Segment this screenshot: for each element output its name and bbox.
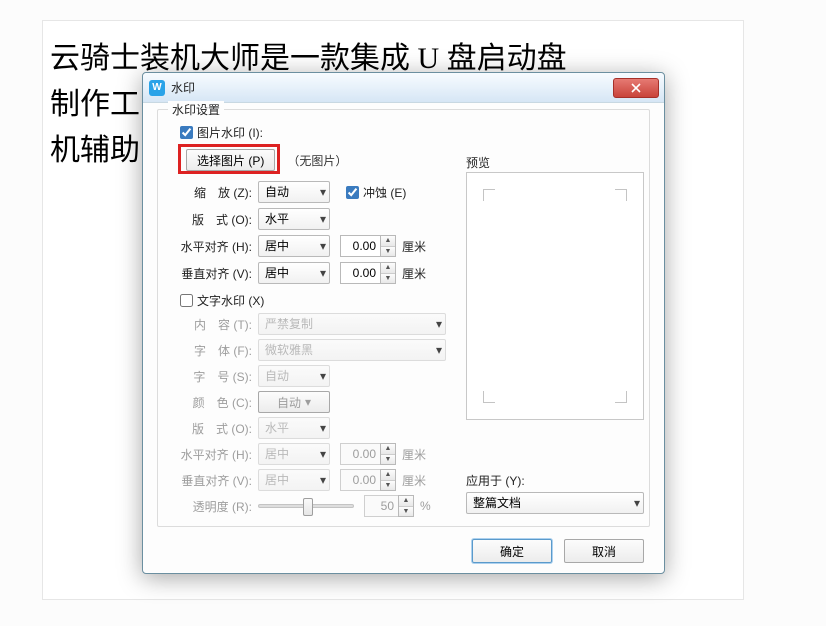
titlebar[interactable]: W 水印 (143, 73, 664, 103)
valign-offset-spinner[interactable]: ▲▼ (340, 262, 396, 284)
dialog-client: 水印设置 图片水印 (I): 选择图片 (P) （无图片） 缩 放 (Z): 自… (151, 107, 656, 529)
valign2-combo: 居中 (258, 469, 330, 491)
valign2-offset-input (340, 469, 380, 491)
spin-up-icon[interactable]: ▲ (381, 236, 395, 247)
watermark-groupbox: 水印设置 图片水印 (I): 选择图片 (P) （无图片） 缩 放 (Z): 自… (157, 109, 650, 527)
ok-button[interactable]: 确定 (472, 539, 552, 563)
valign2-label: 垂直对齐 (V): (176, 472, 258, 489)
content-label: 内 容 (T): (176, 316, 258, 333)
crop-corner-tr-icon (615, 189, 627, 201)
spin-down-icon: ▼ (381, 481, 395, 491)
opacity-label: 透明度 (R): (176, 498, 258, 515)
layout2-combo: 水平 (258, 417, 330, 439)
content-combo: 严禁复制 (258, 313, 446, 335)
spin-down-icon: ▼ (381, 455, 395, 465)
spin-up-icon[interactable]: ▲ (381, 263, 395, 274)
spin-down-icon[interactable]: ▼ (381, 247, 395, 257)
crop-corner-br-icon (615, 391, 627, 403)
halign2-offset-input (340, 443, 380, 465)
close-icon (631, 83, 641, 93)
watermark-dialog: W 水印 水印设置 图片水印 (I): 选择图片 (P) （无图片） 缩 放 (… (142, 72, 665, 574)
font-label: 字 体 (F): (176, 342, 258, 359)
halign-label: 水平对齐 (H): (176, 238, 258, 255)
halign2-unit: 厘米 (402, 446, 426, 463)
opacity-pct: % (420, 499, 431, 513)
size-combo: 自动 (258, 365, 330, 387)
size-label: 字 号 (S): (176, 368, 258, 385)
text-watermark-checkbox[interactable] (180, 294, 193, 307)
crop-corner-bl-icon (483, 391, 495, 403)
doc-line-3: 机辅助 (50, 134, 140, 167)
spin-up-icon: ▲ (399, 496, 413, 507)
spin-down-icon: ▼ (399, 507, 413, 517)
spin-up-icon: ▲ (381, 444, 395, 455)
slider-thumb (303, 498, 313, 516)
image-watermark-label: 图片水印 (I): (197, 124, 263, 141)
image-watermark-checkbox[interactable] (180, 126, 193, 139)
color-button: 自动 ▾ (258, 391, 330, 413)
valign-label: 垂直对齐 (V): (176, 265, 258, 282)
valign-offset-input[interactable] (340, 262, 380, 284)
valign-unit: 厘米 (402, 265, 426, 282)
opacity-spinner: ▲▼ (364, 495, 414, 517)
zoom-combo[interactable]: 自动 (258, 181, 330, 203)
preview-box (466, 172, 644, 420)
app-icon: W (149, 80, 165, 96)
halign-offset-input[interactable] (340, 235, 380, 257)
preview-label: 预览 (466, 154, 490, 171)
halign-unit: 厘米 (402, 238, 426, 255)
layout2-label: 版 式 (O): (176, 420, 258, 437)
doc-line-1: 云骑士装机大师是一款集成 U 盘启动盘 (50, 42, 567, 75)
halign-combo[interactable]: 居中 (258, 235, 330, 257)
opacity-input (364, 495, 398, 517)
zoom-label: 缩 放 (Z): (176, 184, 258, 201)
valign-combo[interactable]: 居中 (258, 262, 330, 284)
dialog-buttons: 确定 取消 (472, 539, 644, 563)
opacity-slider (258, 504, 354, 508)
erode-checkbox[interactable] (346, 186, 359, 199)
valign2-unit: 厘米 (402, 472, 426, 489)
color-label: 颜 色 (C): (176, 394, 258, 411)
layout-label: 版 式 (O): (176, 211, 258, 228)
font-combo: 微软雅黑 (258, 339, 446, 361)
no-image-text: （无图片） (287, 152, 347, 169)
spin-up-icon: ▲ (381, 470, 395, 481)
dialog-title: 水印 (171, 79, 613, 96)
select-image-button[interactable]: 选择图片 (P) (186, 149, 275, 171)
close-button[interactable] (613, 78, 659, 98)
halign2-label: 水平对齐 (H): (176, 446, 258, 463)
halign2-offset-spinner: ▲▼ (340, 443, 396, 465)
halign2-combo: 居中 (258, 443, 330, 465)
crop-corner-tl-icon (483, 189, 495, 201)
valign2-offset-spinner: ▲▼ (340, 469, 396, 491)
apply-to-label: 应用于 (Y): (466, 472, 525, 489)
chevron-down-icon: ▾ (305, 395, 311, 409)
text-watermark-label: 文字水印 (X) (197, 292, 264, 309)
erode-label: 冲蚀 (E) (363, 184, 406, 201)
group-legend: 水印设置 (168, 101, 224, 118)
cancel-button[interactable]: 取消 (564, 539, 644, 563)
halign-offset-spinner[interactable]: ▲▼ (340, 235, 396, 257)
layout-combo[interactable]: 水平 (258, 208, 330, 230)
spin-down-icon[interactable]: ▼ (381, 274, 395, 284)
apply-to-combo[interactable]: 整篇文档 (466, 492, 644, 514)
